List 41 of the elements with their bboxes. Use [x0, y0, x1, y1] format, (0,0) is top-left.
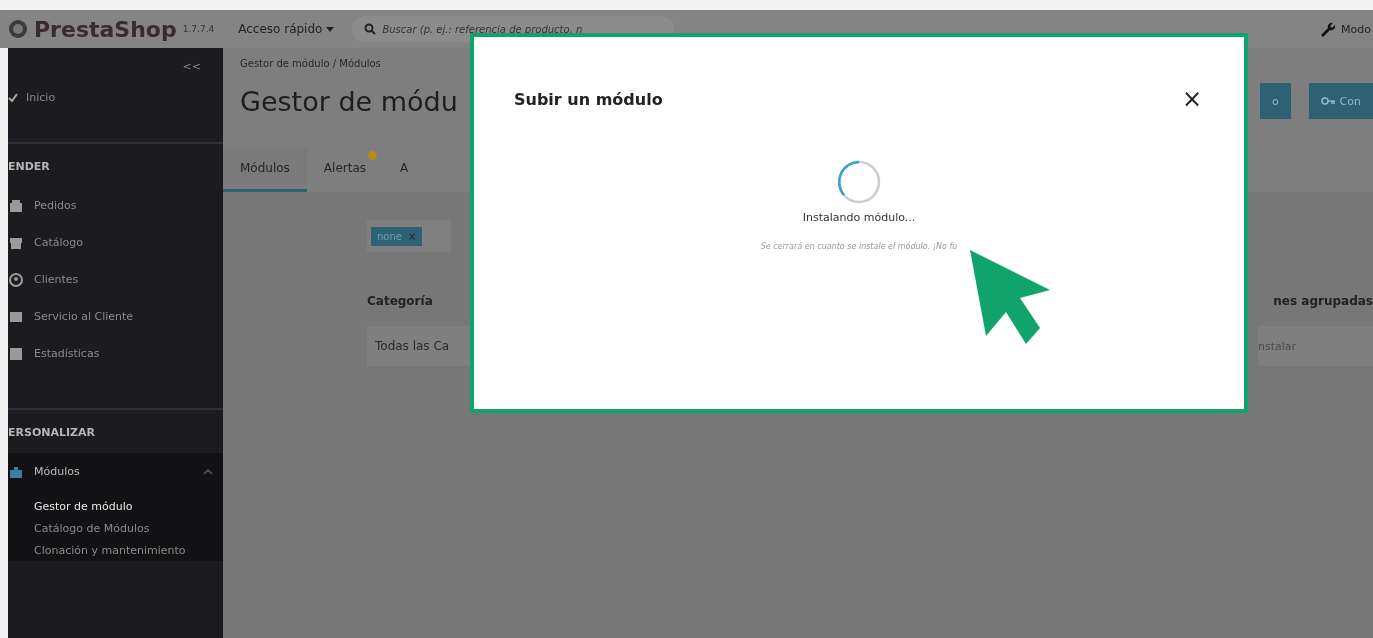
collapse-button[interactable]: <<	[182, 48, 223, 73]
caret-icon	[326, 26, 335, 32]
key-icon	[1320, 97, 1335, 105]
sidebar-item[interactable]: Servicio al Cliente	[8, 298, 223, 335]
logo-icon	[8, 19, 28, 39]
version-label: 1.7.7.4	[182, 24, 215, 34]
tab[interactable]: Alertas	[306, 149, 384, 192]
logo-text[interactable]: PrestaShop	[34, 16, 177, 42]
page-title: Gestor de módu	[240, 85, 458, 117]
check-icon	[8, 92, 18, 103]
tab[interactable]: Módulos	[223, 149, 307, 192]
breadcrumb: Gestor de módulo / Módulos	[240, 58, 382, 69]
quick-access-menu[interactable]: Acceso rápido	[232, 21, 341, 37]
tab[interactable]: A	[383, 149, 426, 192]
cursor-arrow-icon	[968, 248, 1052, 346]
dialog-title: Subir un módulo	[514, 89, 663, 109]
section-heading: ENDER	[8, 160, 51, 173]
mode-label[interactable]: Modo	[1341, 22, 1371, 36]
toolbar-button[interactable]: Con	[1308, 83, 1373, 119]
chevron-icon	[203, 468, 213, 475]
submenu-item[interactable]: Catálogo de Módulos	[34, 522, 223, 535]
sidebar-item[interactable]: Pedidos	[8, 187, 223, 224]
search-icon	[364, 23, 377, 35]
sidebar-item[interactable]: Clientes	[8, 261, 223, 298]
status-text: Instalando módulo...	[802, 211, 916, 224]
submenu-item[interactable]: Gestor de módulo	[34, 500, 223, 513]
user-icon	[8, 271, 24, 288]
bulk-actions-label: nes agrupadas	[1273, 294, 1373, 308]
note-text: Se cerrará en cuanto se instale el módulo. ¡No fu	[760, 242, 958, 251]
toolbar-button[interactable]: o	[1259, 83, 1291, 119]
section-heading: ERSONALIZAR	[8, 426, 97, 439]
sidebar-item[interactable]: Catálogo	[8, 224, 223, 261]
submenu-item[interactable]: Clonación y mantenimiento	[34, 544, 223, 557]
loading-spinner-icon	[836, 159, 882, 205]
sidebar-item[interactable]: Inicio	[26, 91, 56, 104]
category-select[interactable]: Todas las Ca	[367, 326, 473, 366]
sidebar-item[interactable]: Estadísticas	[8, 335, 223, 372]
close-button[interactable]: ×	[1177, 85, 1206, 113]
wrench-icon	[1319, 21, 1336, 37]
category-label: Categoría	[367, 294, 433, 308]
sidebar-item[interactable]: Módulos	[8, 453, 223, 490]
